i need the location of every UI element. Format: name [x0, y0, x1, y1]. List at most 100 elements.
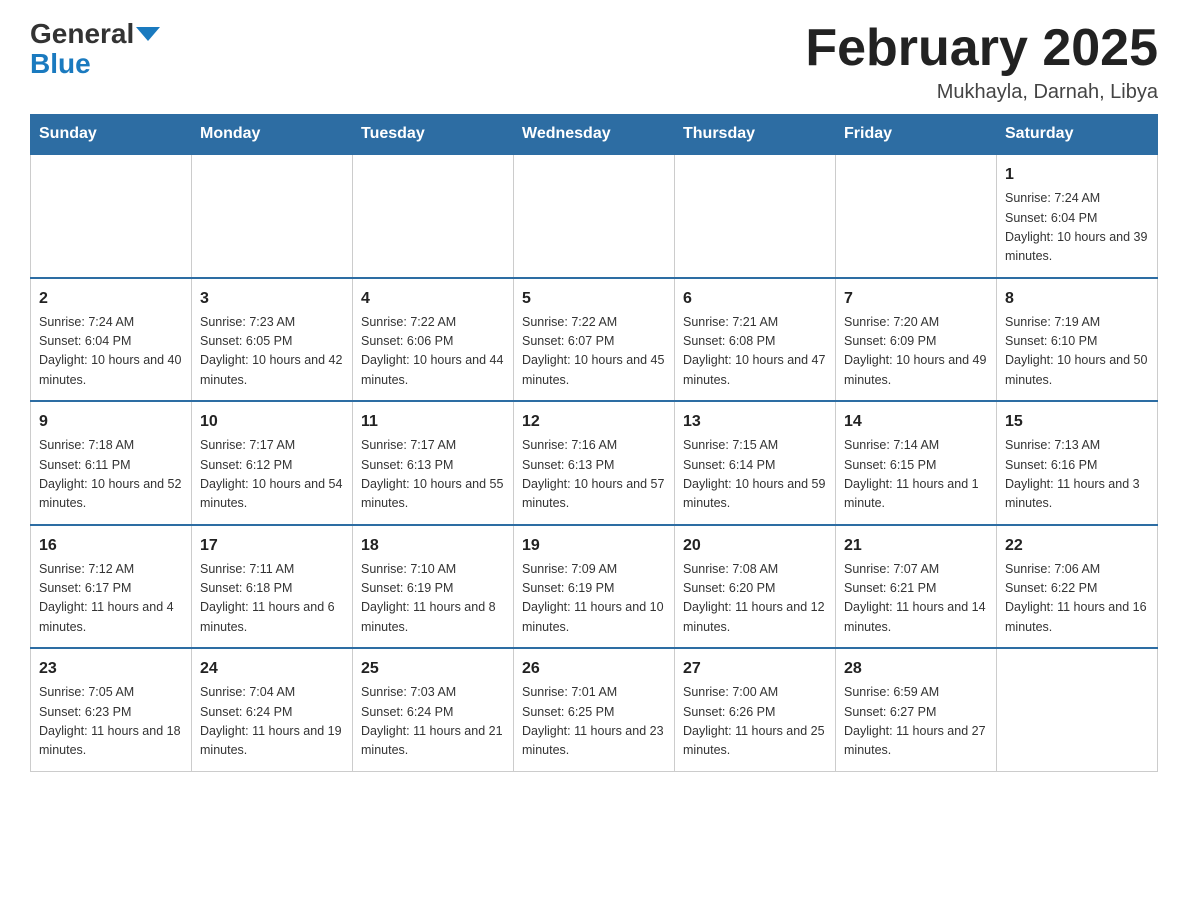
- day-info: Sunrise: 7:23 AMSunset: 6:05 PMDaylight:…: [200, 313, 344, 391]
- calendar-week-row: 23Sunrise: 7:05 AMSunset: 6:23 PMDayligh…: [31, 648, 1158, 771]
- day-info: Sunrise: 7:21 AMSunset: 6:08 PMDaylight:…: [683, 313, 827, 391]
- col-friday: Friday: [836, 115, 997, 155]
- day-number: 23: [39, 657, 183, 681]
- logo-main-text: General: [30, 20, 160, 48]
- day-number: 27: [683, 657, 827, 681]
- day-number: 7: [844, 287, 988, 311]
- table-row: 1Sunrise: 7:24 AMSunset: 6:04 PMDaylight…: [997, 154, 1158, 278]
- day-info: Sunrise: 7:08 AMSunset: 6:20 PMDaylight:…: [683, 560, 827, 638]
- day-info: Sunrise: 7:13 AMSunset: 6:16 PMDaylight:…: [1005, 436, 1149, 514]
- table-row: 20Sunrise: 7:08 AMSunset: 6:20 PMDayligh…: [675, 525, 836, 649]
- col-sunday: Sunday: [31, 115, 192, 155]
- day-info: Sunrise: 7:12 AMSunset: 6:17 PMDaylight:…: [39, 560, 183, 638]
- calendar-header-row: Sunday Monday Tuesday Wednesday Thursday…: [31, 115, 1158, 155]
- calendar-table: Sunday Monday Tuesday Wednesday Thursday…: [30, 114, 1158, 772]
- table-row: 23Sunrise: 7:05 AMSunset: 6:23 PMDayligh…: [31, 648, 192, 771]
- day-number: 14: [844, 410, 988, 434]
- day-info: Sunrise: 7:14 AMSunset: 6:15 PMDaylight:…: [844, 436, 988, 514]
- day-info: Sunrise: 7:04 AMSunset: 6:24 PMDaylight:…: [200, 683, 344, 761]
- day-number: 22: [1005, 534, 1149, 558]
- day-info: Sunrise: 7:03 AMSunset: 6:24 PMDaylight:…: [361, 683, 505, 761]
- day-info: Sunrise: 7:06 AMSunset: 6:22 PMDaylight:…: [1005, 560, 1149, 638]
- table-row: 7Sunrise: 7:20 AMSunset: 6:09 PMDaylight…: [836, 278, 997, 402]
- title-block: February 2025 Mukhayla, Darnah, Libya: [805, 20, 1158, 104]
- page-header: General Blue February 2025 Mukhayla, Dar…: [30, 20, 1158, 104]
- day-info: Sunrise: 7:19 AMSunset: 6:10 PMDaylight:…: [1005, 313, 1149, 391]
- day-number: 3: [200, 287, 344, 311]
- day-info: Sunrise: 7:16 AMSunset: 6:13 PMDaylight:…: [522, 436, 666, 514]
- table-row: 3Sunrise: 7:23 AMSunset: 6:05 PMDaylight…: [192, 278, 353, 402]
- day-info: Sunrise: 7:01 AMSunset: 6:25 PMDaylight:…: [522, 683, 666, 761]
- day-number: 4: [361, 287, 505, 311]
- table-row: [836, 154, 997, 278]
- calendar-week-row: 16Sunrise: 7:12 AMSunset: 6:17 PMDayligh…: [31, 525, 1158, 649]
- table-row: 5Sunrise: 7:22 AMSunset: 6:07 PMDaylight…: [514, 278, 675, 402]
- day-number: 20: [683, 534, 827, 558]
- day-info: Sunrise: 7:18 AMSunset: 6:11 PMDaylight:…: [39, 436, 183, 514]
- table-row: 12Sunrise: 7:16 AMSunset: 6:13 PMDayligh…: [514, 401, 675, 525]
- table-row: 17Sunrise: 7:11 AMSunset: 6:18 PMDayligh…: [192, 525, 353, 649]
- table-row: 2Sunrise: 7:24 AMSunset: 6:04 PMDaylight…: [31, 278, 192, 402]
- table-row: [997, 648, 1158, 771]
- logo: General Blue: [30, 20, 160, 78]
- day-info: Sunrise: 7:20 AMSunset: 6:09 PMDaylight:…: [844, 313, 988, 391]
- table-row: 22Sunrise: 7:06 AMSunset: 6:22 PMDayligh…: [997, 525, 1158, 649]
- day-number: 10: [200, 410, 344, 434]
- day-number: 1: [1005, 163, 1149, 187]
- table-row: 24Sunrise: 7:04 AMSunset: 6:24 PMDayligh…: [192, 648, 353, 771]
- month-title: February 2025: [805, 20, 1158, 77]
- day-info: Sunrise: 7:10 AMSunset: 6:19 PMDaylight:…: [361, 560, 505, 638]
- day-info: Sunrise: 7:22 AMSunset: 6:06 PMDaylight:…: [361, 313, 505, 391]
- location-text: Mukhayla, Darnah, Libya: [805, 81, 1158, 104]
- day-info: Sunrise: 7:05 AMSunset: 6:23 PMDaylight:…: [39, 683, 183, 761]
- day-info: Sunrise: 7:22 AMSunset: 6:07 PMDaylight:…: [522, 313, 666, 391]
- day-number: 13: [683, 410, 827, 434]
- table-row: 8Sunrise: 7:19 AMSunset: 6:10 PMDaylight…: [997, 278, 1158, 402]
- table-row: [353, 154, 514, 278]
- day-number: 6: [683, 287, 827, 311]
- table-row: 25Sunrise: 7:03 AMSunset: 6:24 PMDayligh…: [353, 648, 514, 771]
- table-row: [675, 154, 836, 278]
- day-info: Sunrise: 6:59 AMSunset: 6:27 PMDaylight:…: [844, 683, 988, 761]
- table-row: 28Sunrise: 6:59 AMSunset: 6:27 PMDayligh…: [836, 648, 997, 771]
- table-row: 15Sunrise: 7:13 AMSunset: 6:16 PMDayligh…: [997, 401, 1158, 525]
- logo-arrow-icon: [136, 27, 160, 41]
- col-thursday: Thursday: [675, 115, 836, 155]
- day-number: 15: [1005, 410, 1149, 434]
- day-number: 11: [361, 410, 505, 434]
- table-row: 26Sunrise: 7:01 AMSunset: 6:25 PMDayligh…: [514, 648, 675, 771]
- col-saturday: Saturday: [997, 115, 1158, 155]
- day-info: Sunrise: 7:17 AMSunset: 6:12 PMDaylight:…: [200, 436, 344, 514]
- col-wednesday: Wednesday: [514, 115, 675, 155]
- table-row: 11Sunrise: 7:17 AMSunset: 6:13 PMDayligh…: [353, 401, 514, 525]
- table-row: 16Sunrise: 7:12 AMSunset: 6:17 PMDayligh…: [31, 525, 192, 649]
- table-row: 27Sunrise: 7:00 AMSunset: 6:26 PMDayligh…: [675, 648, 836, 771]
- table-row: 14Sunrise: 7:14 AMSunset: 6:15 PMDayligh…: [836, 401, 997, 525]
- table-row: 13Sunrise: 7:15 AMSunset: 6:14 PMDayligh…: [675, 401, 836, 525]
- calendar-week-row: 2Sunrise: 7:24 AMSunset: 6:04 PMDaylight…: [31, 278, 1158, 402]
- day-number: 28: [844, 657, 988, 681]
- day-number: 17: [200, 534, 344, 558]
- calendar-week-row: 9Sunrise: 7:18 AMSunset: 6:11 PMDaylight…: [31, 401, 1158, 525]
- day-info: Sunrise: 7:09 AMSunset: 6:19 PMDaylight:…: [522, 560, 666, 638]
- day-number: 2: [39, 287, 183, 311]
- col-tuesday: Tuesday: [353, 115, 514, 155]
- day-number: 8: [1005, 287, 1149, 311]
- table-row: 19Sunrise: 7:09 AMSunset: 6:19 PMDayligh…: [514, 525, 675, 649]
- logo-sub-text: Blue: [30, 50, 91, 78]
- day-info: Sunrise: 7:24 AMSunset: 6:04 PMDaylight:…: [39, 313, 183, 391]
- day-number: 19: [522, 534, 666, 558]
- day-number: 25: [361, 657, 505, 681]
- day-number: 26: [522, 657, 666, 681]
- table-row: 4Sunrise: 7:22 AMSunset: 6:06 PMDaylight…: [353, 278, 514, 402]
- day-info: Sunrise: 7:15 AMSunset: 6:14 PMDaylight:…: [683, 436, 827, 514]
- table-row: [192, 154, 353, 278]
- day-number: 21: [844, 534, 988, 558]
- calendar-week-row: 1Sunrise: 7:24 AMSunset: 6:04 PMDaylight…: [31, 154, 1158, 278]
- day-info: Sunrise: 7:07 AMSunset: 6:21 PMDaylight:…: [844, 560, 988, 638]
- day-number: 18: [361, 534, 505, 558]
- day-info: Sunrise: 7:11 AMSunset: 6:18 PMDaylight:…: [200, 560, 344, 638]
- day-info: Sunrise: 7:24 AMSunset: 6:04 PMDaylight:…: [1005, 189, 1149, 267]
- day-info: Sunrise: 7:00 AMSunset: 6:26 PMDaylight:…: [683, 683, 827, 761]
- table-row: 9Sunrise: 7:18 AMSunset: 6:11 PMDaylight…: [31, 401, 192, 525]
